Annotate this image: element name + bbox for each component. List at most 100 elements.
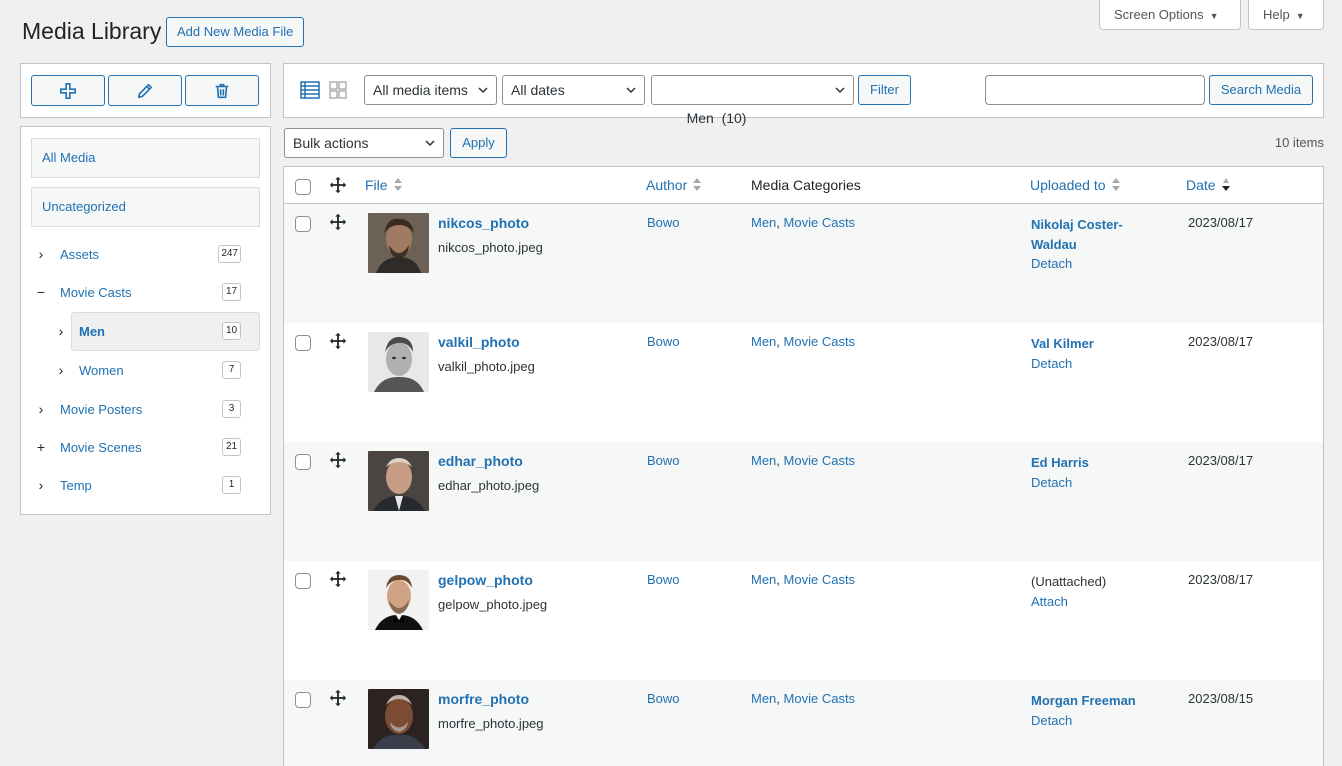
help-label: Help [1263,7,1290,22]
column-author[interactable]: Author [646,177,702,193]
tree-item-assets[interactable]: › Assets 247 [32,243,261,265]
detach-link[interactable]: Detach [1031,354,1151,374]
media-type-select[interactable]: All media items [364,75,497,105]
tree-item-label[interactable]: Women [79,363,124,378]
row-checkbox[interactable] [295,335,311,351]
collapse-minus-icon[interactable]: − [32,284,50,300]
select-all-checkbox[interactable] [295,179,311,195]
category-link[interactable]: Men [751,453,776,468]
category-select[interactable]: Men (10) [651,75,854,126]
detach-link[interactable]: Detach [1031,473,1151,493]
date-select[interactable]: All dates [502,75,645,105]
category-link[interactable]: Men [751,691,776,706]
uploaded-to: Val Kilmer Detach [1031,334,1151,373]
category-link[interactable]: Men [751,572,776,587]
category-link[interactable]: Men [751,334,776,349]
tree-item-label[interactable]: Temp [60,478,92,493]
tree-item-label[interactable]: Men [79,324,105,339]
media-title-link[interactable]: gelpow_photo [438,572,533,588]
tree-item-movie-scenes[interactable]: + Movie Scenes 21 [32,436,261,458]
media-thumbnail[interactable] [368,570,429,630]
category-link[interactable]: Movie Casts [784,572,856,587]
add-category-icon [59,82,77,99]
delete-category-button[interactable] [185,75,259,106]
media-title-link[interactable]: edhar_photo [438,453,523,469]
list-view-icon[interactable] [300,80,320,100]
edit-category-button[interactable] [108,75,182,106]
add-new-media-button[interactable]: Add New Media File [166,17,305,47]
media-categories: Men, Movie Casts [751,215,855,230]
chevron-right-icon[interactable]: › [32,401,50,417]
media-filename: gelpow_photo.jpeg [438,597,548,612]
column-uploaded-to[interactable]: Uploaded to [1030,177,1120,193]
date-value: All dates [511,82,565,98]
category-link[interactable]: Movie Casts [784,215,856,230]
parent-post-link[interactable]: Nikolaj Coster-Waldau [1031,217,1123,252]
column-file[interactable]: File [365,177,402,193]
media-title-link[interactable]: nikcos_photo [438,215,529,231]
category-link[interactable]: Movie Casts [784,334,856,349]
category-count: 21 [222,438,241,456]
tree-item-men[interactable]: › Men 10 [52,320,261,342]
category-separator: , [776,334,784,349]
category-count: 247 [218,245,241,263]
media-thumbnail[interactable] [368,451,429,511]
chevron-down-icon [835,87,845,94]
tree-item-label[interactable]: Movie Posters [60,402,142,417]
expand-plus-icon[interactable]: + [32,439,50,455]
add-category-button[interactable] [31,75,105,106]
grid-view-icon[interactable] [328,80,348,100]
caret-down-icon: ▼ [1295,11,1305,21]
chevron-right-icon[interactable]: › [52,323,70,339]
author-link[interactable]: Bowo [647,334,680,349]
media-thumbnail[interactable] [368,689,429,749]
column-date[interactable]: Date [1186,177,1230,193]
row-checkbox[interactable] [295,573,311,589]
parent-post-link[interactable]: Morgan Freeman [1031,693,1136,708]
move-handle-icon[interactable] [329,332,347,350]
detach-link[interactable]: Detach [1031,711,1151,731]
author-link[interactable]: Bowo [647,572,680,587]
move-handle-icon[interactable] [329,570,347,588]
move-handle-icon[interactable] [329,213,347,231]
tree-item-temp[interactable]: › Temp 1 [32,474,261,496]
tree-item-women[interactable]: › Women 7 [52,359,261,381]
media-filename: edhar_photo.jpeg [438,478,540,493]
media-thumbnail[interactable] [368,332,429,392]
category-link[interactable]: Men [751,215,776,230]
chevron-right-icon[interactable]: › [32,246,50,262]
author-link[interactable]: Bowo [647,215,680,230]
screen-options-tab[interactable]: Screen Options ▼ [1099,0,1241,30]
tree-item-movie-posters[interactable]: › Movie Posters 3 [32,398,261,420]
search-input[interactable] [985,75,1205,105]
author-link[interactable]: Bowo [647,691,680,706]
move-handle-icon[interactable] [329,451,347,469]
media-title-link[interactable]: valkil_photo [438,334,520,350]
row-checkbox[interactable] [295,216,311,232]
help-tab[interactable]: Help ▼ [1248,0,1324,30]
tree-item-movie-casts[interactable]: − Movie Casts 17 [32,281,261,303]
bulk-actions-select[interactable]: Bulk actions [284,128,444,158]
category-link[interactable]: Movie Casts [784,453,856,468]
move-handle-icon[interactable] [329,689,347,707]
row-checkbox[interactable] [295,692,311,708]
author-link[interactable]: Bowo [647,453,680,468]
search-media-button[interactable]: Search Media [1209,75,1313,105]
media-title-link[interactable]: morfre_photo [438,691,529,707]
uncategorized-filter[interactable]: Uncategorized [31,187,260,227]
tree-item-label[interactable]: Assets [60,247,99,262]
apply-button[interactable]: Apply [450,128,507,158]
detach-link[interactable]: Detach [1031,254,1151,274]
parent-post-link[interactable]: Val Kilmer [1031,336,1094,351]
parent-post-link[interactable]: Ed Harris [1031,455,1089,470]
category-link[interactable]: Movie Casts [784,691,856,706]
media-thumbnail[interactable] [368,213,429,273]
chevron-right-icon[interactable]: › [52,362,70,378]
filter-button[interactable]: Filter [858,75,911,105]
tree-item-label[interactable]: Movie Casts [60,285,132,300]
tree-item-label[interactable]: Movie Scenes [60,440,142,455]
all-media-filter[interactable]: All Media [31,138,260,178]
attach-link[interactable]: Attach [1031,592,1151,612]
row-checkbox[interactable] [295,454,311,470]
chevron-right-icon[interactable]: › [32,477,50,493]
